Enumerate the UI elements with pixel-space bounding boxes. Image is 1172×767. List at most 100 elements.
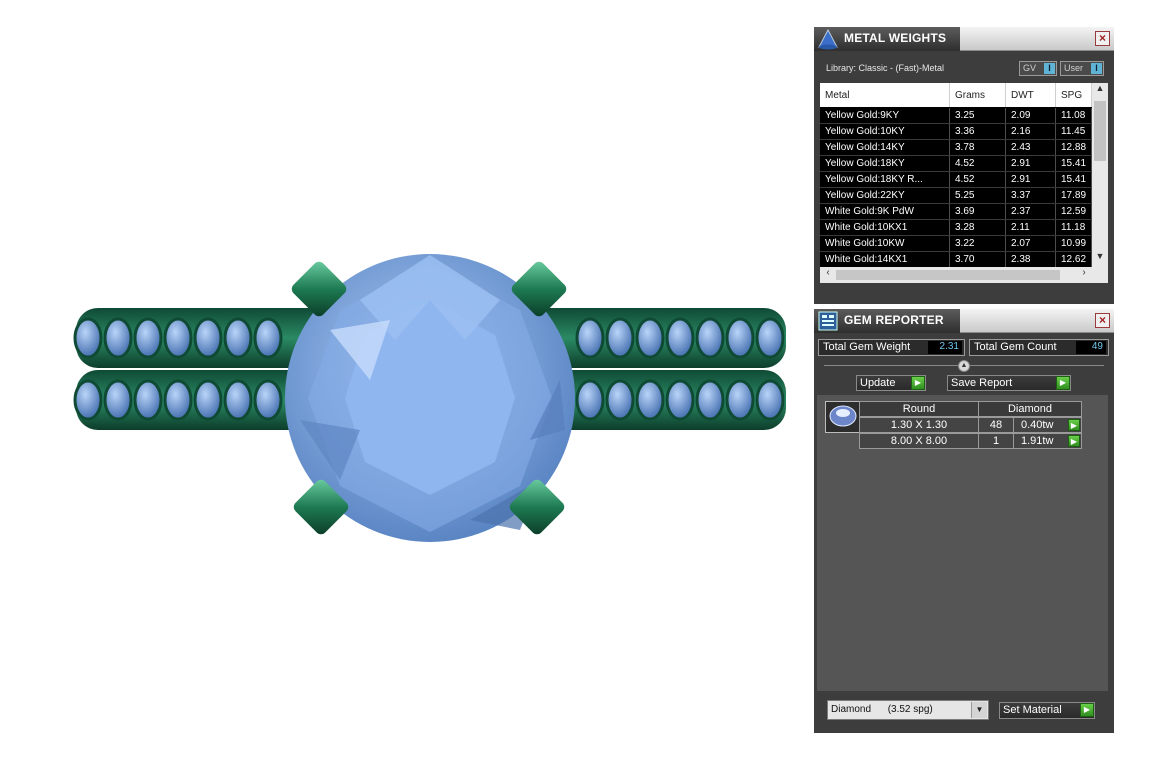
- total-gem-count-box: Total Gem Count 49: [969, 339, 1109, 356]
- table-row[interactable]: Yellow Gold:18KY R... 4.52 2.91 15.41: [820, 172, 1092, 188]
- gem-weight: 1.91tw: [1021, 435, 1054, 447]
- total-gem-count-value: 49: [1076, 341, 1106, 354]
- table-cell: 2.07: [1006, 236, 1056, 251]
- close-button[interactable]: ×: [1095, 31, 1110, 46]
- metal-weights-table: Metal Grams DWT SPG Yellow Gold:9KY 3.25 2…: [820, 83, 1108, 283]
- gv-toggle-label: GV: [1023, 63, 1037, 73]
- chevron-down-icon[interactable]: ▼: [971, 702, 987, 718]
- metal-weights-panel: METAL WEIGHTS × Library: Classic - (Fast…: [814, 27, 1114, 304]
- collapse-icon[interactable]: ▲: [958, 360, 970, 372]
- vertical-scrollbar[interactable]: ▲ ▼: [1092, 83, 1108, 283]
- table-row[interactable]: Yellow Gold:22KY 5.25 3.37 17.89: [820, 188, 1092, 204]
- pave-stone: [253, 317, 283, 359]
- ring-render: [73, 254, 786, 542]
- pave-stone: [103, 379, 133, 421]
- pave-stone: [695, 317, 725, 359]
- table-cell: 2.09: [1006, 108, 1056, 123]
- table-cell: 2.91: [1006, 172, 1056, 187]
- round-gem-thumbnail[interactable]: [825, 401, 861, 433]
- play-arrow-icon[interactable]: ▶: [1068, 435, 1080, 447]
- gem-size: 1.30 X 1.30: [859, 417, 979, 433]
- table-cell: Yellow Gold:14KY: [820, 140, 950, 155]
- table-row[interactable]: Yellow Gold:14KY 3.78 2.43 12.88: [820, 140, 1092, 156]
- table-cell: 12.88: [1056, 140, 1092, 155]
- scroll-down-icon[interactable]: ▼: [1092, 251, 1108, 267]
- pave-stone: [193, 317, 223, 359]
- metal-weights-titlebar[interactable]: METAL WEIGHTS ×: [814, 27, 1114, 51]
- pave-stone: [575, 379, 605, 421]
- gem-weight-row[interactable]: 0.40tw ▶: [1013, 417, 1082, 433]
- table-cell: 3.69: [950, 204, 1006, 219]
- table-row[interactable]: White Gold:10KX1 3.28 2.11 11.18: [820, 220, 1092, 236]
- gem-reporter-panel: GEM REPORTER × Total Gem Weight 2.31 Tot…: [814, 309, 1114, 733]
- gem-reporter-titlebar[interactable]: GEM REPORTER ×: [814, 309, 1114, 333]
- table-row[interactable]: White Gold:10KW 3.22 2.07 10.99: [820, 236, 1092, 252]
- library-label: Library: Classic - (Fast)-Metal: [826, 63, 945, 73]
- total-gem-weight-label: Total Gem Weight: [823, 341, 911, 353]
- table-row[interactable]: White Gold:9K PdW 3.69 2.37 12.59: [820, 204, 1092, 220]
- pave-stone: [163, 379, 193, 421]
- set-material-label: Set Material: [1003, 704, 1062, 716]
- pave-stone: [223, 379, 253, 421]
- table-cell: White Gold:9K PdW: [820, 204, 950, 219]
- table-cell: 2.38: [1006, 252, 1056, 267]
- play-arrow-icon: ▶: [1080, 703, 1094, 717]
- gem-type-header: Diamond: [978, 401, 1082, 417]
- pave-stone: [223, 317, 253, 359]
- total-gem-count-label: Total Gem Count: [974, 341, 1057, 353]
- scroll-left-icon[interactable]: ‹: [820, 267, 836, 283]
- material-select-value: Diamond (3.52 spg): [831, 704, 933, 715]
- play-arrow-icon: ▶: [911, 376, 925, 390]
- update-button[interactable]: Update ▶: [856, 375, 926, 391]
- gem-weight-row[interactable]: 1.91tw ▶: [1013, 433, 1082, 449]
- pave-stone: [665, 379, 695, 421]
- gem-weight: 0.40tw: [1021, 419, 1054, 431]
- set-material-button[interactable]: Set Material ▶: [999, 702, 1095, 719]
- gem-shape-header: Round: [859, 401, 979, 417]
- table-cell: 2.43: [1006, 140, 1056, 155]
- pave-stone: [725, 317, 755, 359]
- play-arrow-icon: ▶: [1056, 376, 1070, 390]
- save-report-button[interactable]: Save Report ▶: [947, 375, 1071, 391]
- column-header[interactable]: Grams: [950, 83, 1006, 107]
- pave-stone: [103, 317, 133, 359]
- panel-title: GEM REPORTER: [844, 313, 944, 327]
- scroll-up-icon[interactable]: ▲: [1092, 83, 1108, 99]
- horizontal-scrollbar[interactable]: ‹ ›: [820, 267, 1092, 283]
- table-cell: 3.70: [950, 252, 1006, 267]
- scroll-right-icon[interactable]: ›: [1076, 267, 1092, 283]
- pave-stone: [635, 317, 665, 359]
- close-button[interactable]: ×: [1095, 313, 1110, 328]
- table-cell: 2.91: [1006, 156, 1056, 171]
- panel-title: METAL WEIGHTS: [844, 31, 947, 45]
- 3d-viewport[interactable]: [0, 0, 810, 767]
- scroll-thumb[interactable]: [1094, 101, 1106, 161]
- pave-stone: [665, 317, 695, 359]
- table-cell: White Gold:10KW: [820, 236, 950, 251]
- table-cell: Yellow Gold:18KY R...: [820, 172, 950, 187]
- gem-count: 1: [978, 433, 1014, 449]
- pave-stone: [755, 317, 785, 359]
- round-gem-icon: [829, 405, 857, 427]
- user-toggle[interactable]: User I: [1060, 61, 1104, 76]
- gv-toggle[interactable]: GV I: [1019, 61, 1057, 76]
- table-row[interactable]: Yellow Gold:10KY 3.36 2.16 11.45: [820, 124, 1092, 140]
- table-cell: 2.16: [1006, 124, 1056, 139]
- table-cell: 11.18: [1056, 220, 1092, 235]
- pave-stone: [73, 379, 103, 421]
- table-cell: 11.45: [1056, 124, 1092, 139]
- column-header[interactable]: Metal: [820, 83, 950, 107]
- scroll-thumb[interactable]: [836, 270, 1060, 280]
- table-row[interactable]: Yellow Gold:18KY 4.52 2.91 15.41: [820, 156, 1092, 172]
- table-row[interactable]: Yellow Gold:9KY 3.25 2.09 11.08: [820, 108, 1092, 124]
- table-row[interactable]: White Gold:14KX1 3.70 2.38 12.62: [820, 252, 1092, 268]
- table-cell: 17.89: [1056, 188, 1092, 203]
- material-select[interactable]: Diamond (3.52 spg) ▼: [827, 700, 989, 720]
- toggle-indicator-icon: I: [1044, 63, 1055, 74]
- column-header[interactable]: SPG: [1056, 83, 1092, 107]
- column-header[interactable]: DWT: [1006, 83, 1056, 107]
- cone-icon: [818, 28, 838, 50]
- table-cell: 4.52: [950, 172, 1006, 187]
- play-arrow-icon[interactable]: ▶: [1068, 419, 1080, 431]
- table-cell: 2.37: [1006, 204, 1056, 219]
